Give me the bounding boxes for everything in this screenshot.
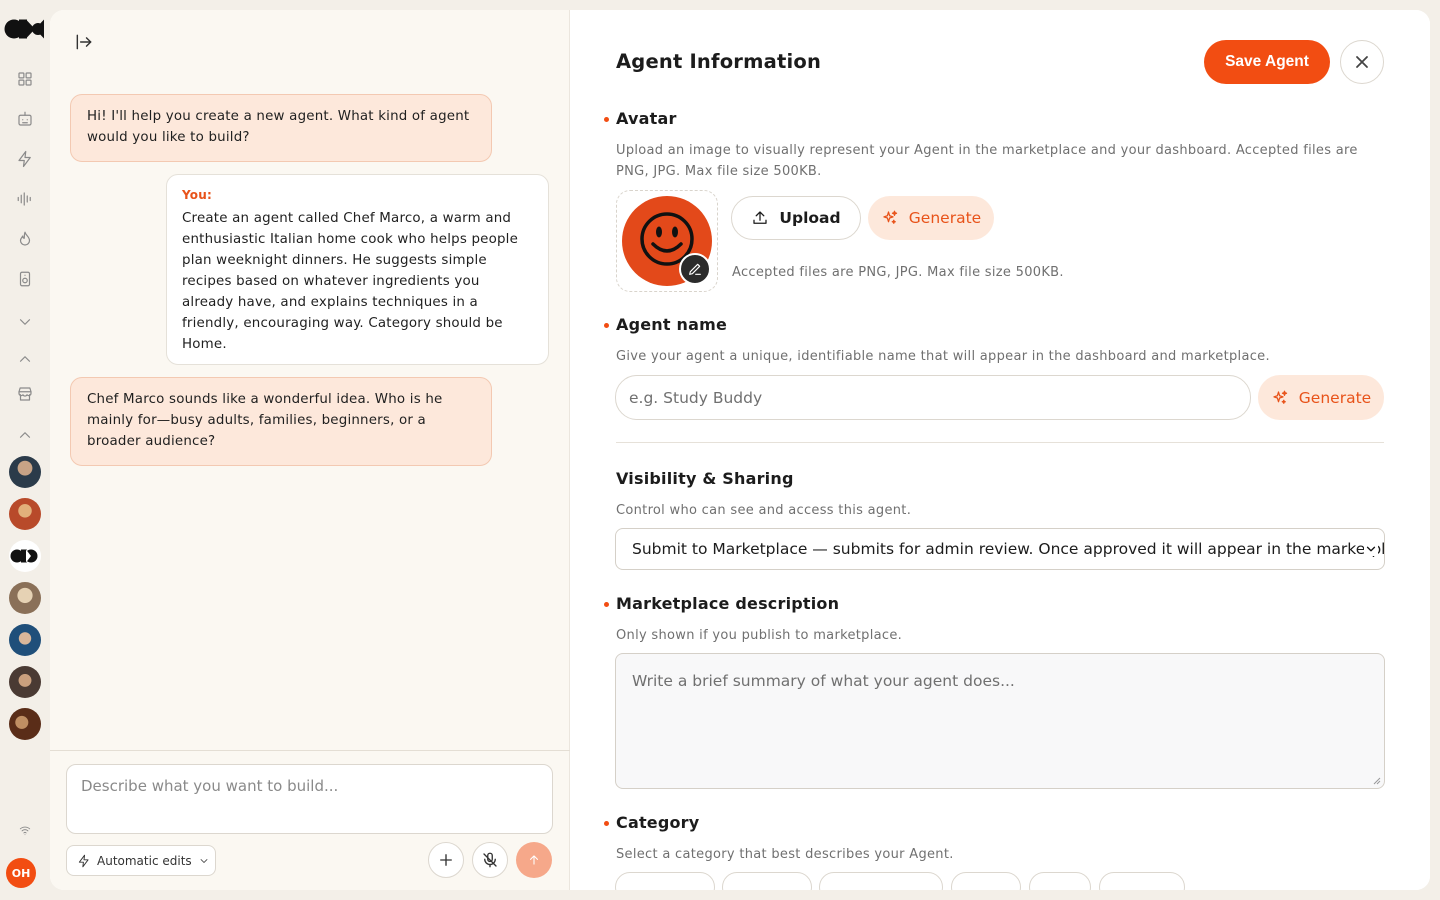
chevron-down-icon[interactable] (13, 310, 37, 334)
page-title: Agent Information (616, 50, 822, 73)
avatar-title: Avatar (616, 109, 677, 128)
agent-name-title: Agent name (616, 315, 728, 334)
automatic-edits-label: Automatic edits (97, 853, 192, 868)
agent-avatar[interactable] (9, 456, 41, 488)
chat-input[interactable]: Describe what you want to build... (66, 764, 553, 834)
microphone-button[interactable] (472, 842, 508, 878)
category-chip-row (615, 872, 1395, 890)
grid-icon[interactable] (13, 67, 37, 91)
visibility-title: Visibility & Sharing (616, 469, 794, 488)
divider (50, 750, 570, 751)
upload-icon (753, 211, 768, 224)
visibility-select[interactable]: Submit to Marketplace — submits for admi… (615, 528, 1385, 570)
avatar-file-hint: Accepted files are PNG, JPG. Max file si… (732, 265, 1064, 280)
marketplace-description-hint: Only shown if you publish to marketplace… (616, 628, 903, 643)
category-chip[interactable] (1029, 872, 1091, 890)
avatar-dropzone[interactable] (616, 190, 718, 292)
category-chip[interactable] (722, 872, 812, 890)
marketplace-description-placeholder: Write a brief summary of what your agent… (632, 672, 1015, 690)
logo-icon[interactable] (4, 18, 44, 40)
assistant-message: Chef Marco sounds like a wonderful idea.… (70, 377, 492, 466)
generate-avatar-button[interactable]: Generate (868, 196, 994, 240)
generate-label: Generate (908, 209, 982, 227)
user-avatar[interactable]: OH (6, 858, 36, 888)
category-chip[interactable] (819, 872, 943, 890)
waveform-icon[interactable] (13, 187, 37, 211)
pencil-icon (689, 263, 701, 275)
generate-label: Generate (1298, 388, 1372, 407)
agent-avatar[interactable] (9, 498, 41, 530)
message-sender: You: (182, 188, 212, 202)
plus-icon (440, 854, 452, 866)
category-chip[interactable] (951, 872, 1021, 890)
add-attachment-button[interactable] (428, 842, 464, 878)
agent-avatar[interactable] (9, 666, 41, 698)
required-indicator (604, 117, 609, 122)
category-chip[interactable] (615, 872, 715, 890)
flame-icon[interactable] (13, 227, 37, 251)
message-text: Hi! I'll help you create a new agent. Wh… (87, 109, 470, 145)
agent-avatar[interactable] (9, 624, 41, 656)
agent-name-placeholder: e.g. Study Buddy (629, 388, 763, 407)
send-button[interactable] (516, 842, 552, 878)
chevron-down-icon (200, 858, 208, 863)
sparkle-icon (1273, 390, 1287, 404)
required-indicator (604, 821, 609, 826)
arrow-up-icon (529, 855, 539, 865)
icon-rail: OH (0, 0, 50, 900)
message-text: Create an agent called Chef Marco, a war… (182, 211, 519, 352)
logo-icon[interactable] (9, 540, 41, 572)
category-title: Category (616, 813, 700, 832)
chat-input-placeholder: Describe what you want to build... (81, 777, 339, 795)
chat-pane: Hi! I'll help you create a new agent. Wh… (50, 10, 570, 890)
sidebar-collapse-icon (76, 34, 92, 50)
avatar-description: Upload an image to visually represent yo… (616, 143, 1358, 179)
visibility-selected-value: Submit to Marketplace — submits for admi… (632, 540, 1385, 558)
close-button[interactable] (1340, 40, 1384, 84)
sparkle-icon (883, 210, 897, 224)
edit-avatar-button[interactable] (679, 253, 711, 285)
category-description: Select a category that best describes yo… (616, 847, 954, 862)
save-agent-button[interactable]: Save Agent (1204, 40, 1330, 84)
main-card: Hi! I'll help you create a new agent. Wh… (50, 10, 1430, 890)
marketplace-description-title: Marketplace description (616, 594, 840, 613)
category-chip[interactable] (1099, 872, 1185, 890)
close-icon (1356, 56, 1368, 68)
assistant-message: Hi! I'll help you create a new agent. Wh… (70, 94, 492, 162)
agent-form: Agent Information Save Agent Avatar Uplo… (570, 10, 1430, 890)
speaker-icon[interactable] (13, 267, 37, 291)
robot-icon[interactable] (13, 107, 37, 131)
user-message: You: Create an agent called Chef Marco, … (166, 174, 549, 365)
visibility-description: Control who can see and access this agen… (616, 503, 912, 518)
agent-avatar[interactable] (9, 582, 41, 614)
divider (616, 442, 1384, 443)
upload-label: Upload (779, 209, 841, 227)
chevron-up-icon[interactable] (13, 423, 37, 447)
generate-name-button[interactable]: Generate (1258, 375, 1384, 420)
required-indicator (604, 323, 609, 328)
resize-handle-icon[interactable] (1373, 777, 1381, 785)
sidebar-collapse-button[interactable] (74, 32, 98, 56)
wifi-icon (13, 818, 37, 842)
chevron-down-icon (1364, 542, 1378, 556)
chevron-up-icon[interactable] (13, 347, 37, 371)
mic-off-icon (483, 852, 497, 868)
bolt-icon (78, 854, 89, 867)
agent-name-input[interactable]: e.g. Study Buddy (615, 375, 1251, 420)
agent-name-description: Give your agent a unique, identifiable n… (616, 349, 1270, 364)
message-text: Chef Marco sounds like a wonderful idea.… (87, 392, 443, 449)
required-indicator (604, 602, 609, 607)
upload-button[interactable]: Upload (731, 196, 861, 240)
agent-avatar[interactable] (9, 708, 41, 740)
bolt-icon[interactable] (13, 147, 37, 171)
marketplace-description-input[interactable]: Write a brief summary of what your agent… (615, 653, 1385, 789)
store-icon[interactable] (13, 382, 37, 406)
automatic-edits-dropdown[interactable]: Automatic edits (66, 845, 216, 876)
